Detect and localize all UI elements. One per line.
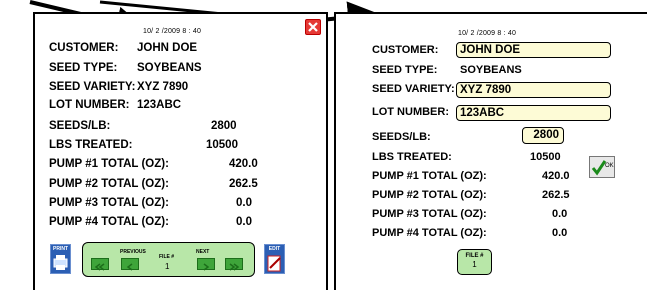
chevron-left-icon [126,263,133,271]
lot-number-label: LOT NUMBER: [49,99,130,111]
pump-2-label: PUMP #2 TOTAL (OZ): [49,178,169,190]
ok-label: OK [605,163,614,169]
last-record-button[interactable] [225,258,243,271]
file-navigation-bar: PREVIOUS FILE # 1 NEXT [82,242,255,277]
seed-variety-label: SEED VARIETY: [49,81,136,93]
lot-number-input[interactable]: 123ABC [456,105,611,121]
right-seed-type-value: SOYBEANS [460,64,522,76]
edit-button[interactable]: EDIT [264,244,285,274]
right-seed-type-label: SEED TYPE: [372,64,438,76]
print-label: PRINT [53,246,68,252]
seed-type-value: SOYBEANS [137,62,202,74]
first-record-button[interactable] [91,258,109,271]
printer-icon [53,255,68,270]
lbs-treated-label: LBS TREATED: [49,139,133,151]
right-timestamp: 10/ 2 /2009 8 : 40 [458,30,517,37]
right-customer-label: CUSTOMER: [372,44,439,56]
lbs-treated-value: 10500 [206,139,238,151]
seed-variety-value: XYZ 7890 [137,81,189,93]
customer-input[interactable]: JOHN DOE [456,42,611,58]
right-pump-1-label: PUMP #1 TOTAL (OZ): [372,170,487,182]
edit-document-icon [267,255,281,272]
pump-3-value: 0.0 [236,197,252,209]
ok-button[interactable]: OK [589,156,615,178]
right-lot-number-label: LOT NUMBER: [372,106,449,118]
right-file-number-box[interactable]: FILE # 1 [457,249,492,275]
customer-value: JOHN DOE [137,42,198,54]
customer-label: CUSTOMER: [49,42,119,54]
seeds-lb-value: 2800 [211,120,237,132]
pump-1-label: PUMP #1 TOTAL (OZ): [49,158,169,170]
chevron-right-icon [203,263,210,271]
print-button[interactable]: PRINT [50,244,71,274]
double-chevron-right-icon [229,263,240,271]
double-chevron-left-icon [94,263,105,271]
pump-1-value: 420.0 [229,158,258,170]
next-label: NEXT [196,249,210,255]
left-timestamp: 10/ 2 /2009 8 : 40 [143,28,202,35]
right-pump-1-value: 420.0 [542,170,570,182]
lot-number-value: 123ABC [137,99,182,111]
edit-label: EDIT [268,246,281,252]
next-button[interactable] [197,258,215,271]
seeds-lb-input[interactable]: 2800 [522,127,564,144]
right-pump-4-value: 0.0 [552,227,568,239]
close-button[interactable] [305,19,321,35]
right-pump-4-label: PUMP #4 TOTAL (OZ): [372,227,487,239]
right-pump-3-label: PUMP #3 TOTAL (OZ): [372,208,487,220]
right-file-label: FILE # [465,253,484,259]
close-icon [308,22,318,32]
pump-3-label: PUMP #3 TOTAL (OZ): [49,197,169,209]
right-pump-3-value: 0.0 [552,208,568,220]
right-seeds-lb-label: SEEDS/LB: [372,131,431,143]
right-pump-2-label: PUMP #2 TOTAL (OZ): [372,189,487,201]
right-lbs-treated-value: 10500 [530,151,561,163]
previous-button[interactable] [121,258,139,271]
right-lbs-treated-label: LBS TREATED: [372,151,452,163]
pump-4-label: PUMP #4 TOTAL (OZ): [49,216,169,228]
right-file-number: 1 [472,260,477,269]
pump-2-value: 262.5 [229,178,258,190]
seeds-lb-label: SEEDS/LB: [49,120,111,132]
file-number-value: 1 [165,262,170,271]
seed-variety-input[interactable]: XYZ 7890 [456,82,611,98]
seed-type-label: SEED TYPE: [49,62,118,74]
file-number-label: FILE # [159,254,175,260]
previous-label: PREVIOUS [120,249,146,255]
right-pump-2-value: 262.5 [542,189,570,201]
right-seed-variety-label: SEED VARIETY: [372,83,455,95]
pump-4-value: 0.0 [236,216,252,228]
